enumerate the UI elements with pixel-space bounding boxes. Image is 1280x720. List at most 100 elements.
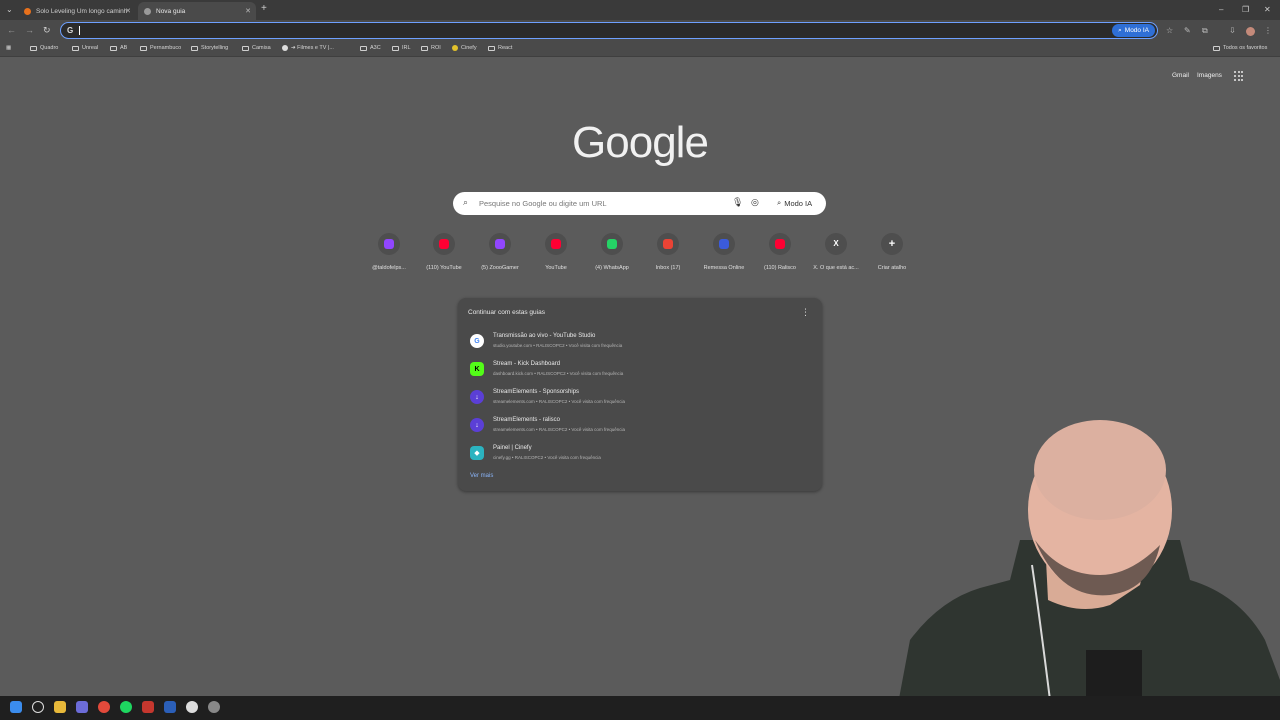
item-meta: streamelements.com • RALISCOPC2 • Você v…: [493, 427, 625, 432]
new-tab-icon[interactable]: +: [261, 3, 267, 14]
continue-tab-item[interactable]: G Transmissão ao vivo - YouTube Studio stu…: [466, 330, 816, 354]
bookmark-link[interactable]: ➔ Filmes e TV |...: [282, 45, 334, 51]
bookmark-label: Camisa: [252, 45, 271, 51]
photoshop-icon[interactable]: [164, 701, 176, 713]
shortcut-tile[interactable]: (4) WhatsApp: [584, 233, 640, 271]
modo-ia-button[interactable]: ⌕ Modo IA: [1112, 24, 1155, 37]
cinefy-icon: [452, 45, 458, 51]
shortcut-tile[interactable]: (5) ZoooGamer: [472, 233, 528, 271]
settings-icon[interactable]: [208, 701, 220, 713]
bookmark-folder[interactable]: Unreal: [72, 45, 98, 51]
tab-nova-guia[interactable]: Nova guia ✕: [138, 2, 256, 20]
back-icon[interactable]: ←: [7, 25, 16, 35]
downloads-icon[interactable]: ⇩: [1229, 26, 1236, 35]
extensions-icon[interactable]: ⧉: [1202, 26, 1208, 36]
see-more-link[interactable]: Ver mais: [470, 473, 493, 479]
tab-solo-leveling[interactable]: Solo Leveling Um longo caminh ✕: [18, 2, 136, 20]
bookmark-label: ➔ Filmes e TV |...: [291, 45, 334, 51]
bookmark-label: Quadro: [40, 45, 59, 51]
bookmark-folder[interactable]: Pernambuco: [140, 45, 181, 51]
profile-avatar[interactable]: [1246, 27, 1255, 36]
item-meta: cinefy.gg • RALISCOPC2 • Você visita com…: [493, 455, 601, 460]
close-icon[interactable]: ✕: [125, 7, 131, 15]
item-meta: dashboard.kick.com • RALISCOPC2 • Você v…: [493, 371, 624, 376]
close-icon[interactable]: ✕: [245, 7, 251, 15]
twitch-icon: [489, 233, 511, 255]
bookmark-folder[interactable]: A3C: [360, 45, 381, 51]
spotify-icon[interactable]: [120, 701, 132, 713]
item-meta: streamelements.com • RALISCOPC2 • Você v…: [493, 399, 625, 404]
sparkle-search-icon: ⌕: [1118, 26, 1122, 34]
google-apps-icon[interactable]: [1234, 71, 1244, 81]
obs-icon[interactable]: [186, 701, 198, 713]
bookmark-folder[interactable]: Camisa: [242, 45, 271, 51]
all-favorites[interactable]: Todos os favoritos: [1213, 45, 1267, 51]
continue-tabs-card: Continuar com estas guias ⋮ G Transmissão…: [458, 298, 822, 491]
shortcut-label: Inbox (17): [655, 265, 681, 271]
streamelements-icon: ↓: [470, 418, 484, 432]
search-input[interactable]: [479, 196, 719, 210]
bookmark-label: AB: [120, 45, 128, 51]
bookmark-link[interactable]: Cinefy: [452, 45, 477, 51]
bookmark-label: Cinefy: [461, 45, 477, 51]
folder-icon: [360, 45, 367, 51]
chrome-icon[interactable]: [98, 701, 110, 713]
shortcut-tile[interactable]: Inbox (17): [640, 233, 696, 271]
folder-icon: [488, 45, 495, 51]
window-close-icon[interactable]: ✕: [1264, 5, 1271, 14]
shortcut-tile[interactable]: Remessa Online: [696, 233, 752, 271]
bookmark-star-icon[interactable]: ☆: [1166, 26, 1173, 35]
bookmark-folder[interactable]: IRL: [392, 45, 411, 51]
windows-start-icon[interactable]: [10, 701, 22, 713]
tab-title: Solo Leveling Um longo caminh: [36, 7, 128, 15]
tab-search-icon[interactable]: ⌄: [6, 5, 13, 14]
continue-tab-item[interactable]: ◆ Painel | Cinefy cinefy.gg • RALISCOPC2 •…: [466, 442, 816, 466]
shortcut-label: Criar atalho: [877, 265, 907, 271]
continue-tab-item[interactable]: ↓ StreamElements - ralisco streamelements.…: [466, 414, 816, 438]
bookmark-folder[interactable]: Storytelling: [191, 45, 228, 51]
bookmark-folder[interactable]: React: [488, 45, 512, 51]
continue-tab-item[interactable]: ↓ StreamElements - Sponsorships streamelem…: [466, 386, 816, 410]
shortcut-tile[interactable]: (110) YouTube: [416, 233, 472, 271]
shortcut-tile[interactable]: (110) Ralisco: [752, 233, 808, 271]
microphone-icon[interactable]: 🎙: [732, 197, 743, 208]
folder-icon: [421, 45, 428, 51]
file-explorer-icon[interactable]: [54, 701, 66, 713]
folder-icon: [191, 45, 198, 51]
shortcut-tile[interactable]: X X. O que está ac...: [808, 233, 864, 271]
item-title: Stream - Kick Dashboard: [493, 361, 561, 367]
maximize-icon[interactable]: ❐: [1242, 5, 1249, 14]
search-icon[interactable]: [32, 701, 44, 713]
lens-icon[interactable]: ◎: [751, 197, 759, 208]
shortcut-tile[interactable]: YouTube: [528, 233, 584, 271]
toolbar: ← → ↻ G ⌕ Modo IA ☆ ✎ ⧉ ⇩ ⋮: [0, 20, 1280, 42]
apps-grid-icon[interactable]: ▦: [6, 45, 11, 51]
address-bar[interactable]: G ⌕ Modo IA: [60, 22, 1158, 39]
gmail-link[interactable]: Gmail: [1172, 72, 1189, 79]
modo-ia-label: Modo IA: [1124, 27, 1149, 34]
continue-tab-item[interactable]: K Stream - Kick Dashboard dashboard.kick.c…: [466, 358, 816, 382]
tab-strip: ⌄ Solo Leveling Um longo caminh ✕ Nova g…: [0, 0, 1280, 20]
bookmark-folder[interactable]: Quadro: [30, 45, 58, 51]
folder-icon: [30, 45, 37, 51]
forward-icon[interactable]: →: [25, 25, 34, 35]
minimize-icon[interactable]: –: [1219, 5, 1223, 14]
app-icon[interactable]: [142, 701, 154, 713]
more-options-icon[interactable]: ⋮: [801, 307, 810, 318]
bookmark-folder[interactable]: ROI: [421, 45, 441, 51]
item-title: Transmissão ao vivo - YouTube Studio: [493, 333, 596, 339]
shortcut-tile[interactable]: @taldofelps...: [361, 233, 417, 271]
shortcut-tile[interactable]: + Criar atalho: [864, 233, 920, 271]
modo-ia-label: Modo IA: [784, 198, 813, 208]
bookmark-folder[interactable]: AB: [110, 45, 127, 51]
discord-icon[interactable]: [76, 701, 88, 713]
menu-icon[interactable]: ⋮: [1264, 26, 1272, 35]
pen-icon[interactable]: ✎: [1184, 26, 1191, 35]
card-title: Continuar com estas guias: [468, 309, 545, 316]
modo-ia-search-button[interactable]: ⌕ Modo IA: [771, 196, 818, 210]
reload-icon[interactable]: ↻: [43, 25, 51, 36]
bookmark-label: ROI: [431, 45, 441, 51]
images-link[interactable]: Imagens: [1197, 72, 1222, 79]
search-box[interactable]: ⌕ 🎙 ◎ ⌕ Modo IA: [453, 192, 826, 215]
shortcut-label: (5) ZoooGamer: [481, 265, 519, 271]
